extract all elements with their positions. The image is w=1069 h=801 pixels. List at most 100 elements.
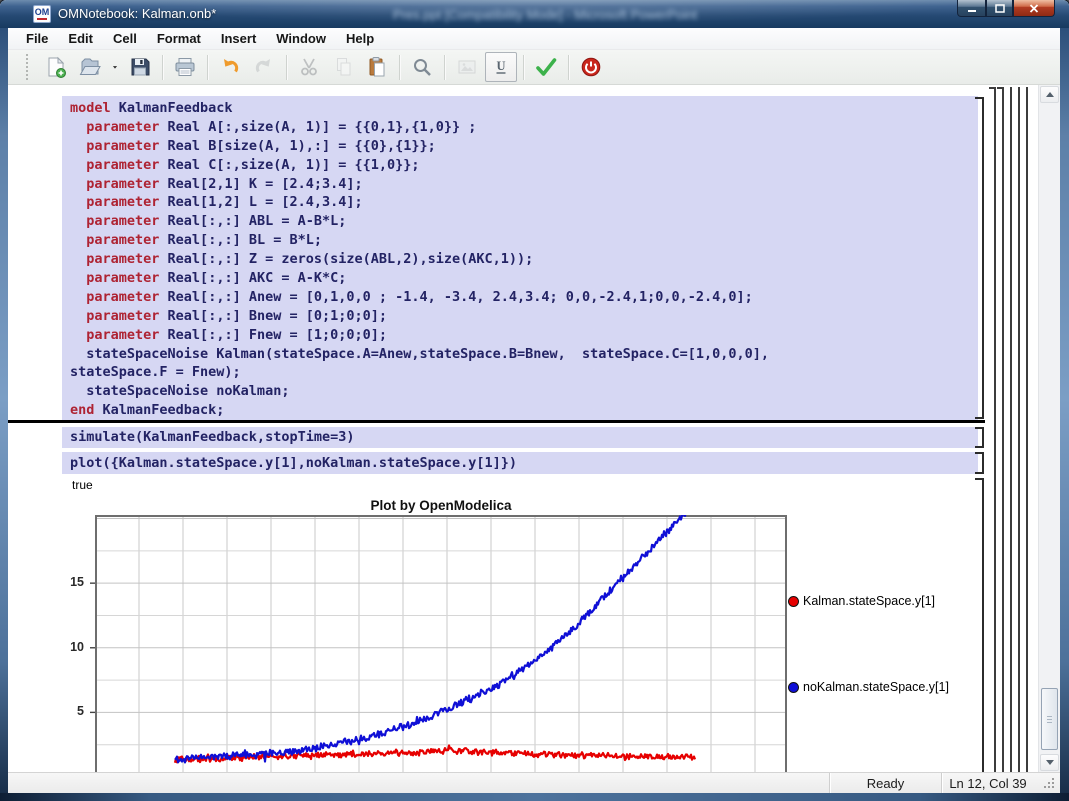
window-border-bottom [0,793,1069,801]
code-line: stateSpaceNoise Kalman(stateSpace.A=Anew… [70,345,978,364]
paste-button[interactable] [361,52,393,82]
group-bracket-line [1026,87,1028,772]
toolbar-separator [207,55,208,80]
window-border-right [1060,28,1069,801]
save-icon [128,55,152,79]
toolbar-grip[interactable] [26,54,29,80]
scrollbar-thumb[interactable] [1041,688,1058,750]
toolbar-separator [568,55,569,80]
app-icon: OM [33,5,51,23]
window-title: OMNotebook: Kalman.onb* [58,6,216,21]
resize-grip[interactable] [1034,773,1060,793]
code-line: parameter Real[:,:] BL = B*L; [70,231,978,250]
code-line: model KalmanFeedback [70,99,978,118]
group-bracket-line [1010,87,1012,772]
stop-button[interactable] [575,52,607,82]
undo-button[interactable] [214,52,246,82]
menu-file[interactable]: File [16,28,58,49]
plot-image [89,515,787,772]
code-line: stateSpaceNoise noKalman; [70,382,978,401]
status-bar: Ready Ln 12, Col 39 [8,772,1060,793]
search-button[interactable] [406,52,438,82]
menu-help[interactable]: Help [336,28,384,49]
copy-button[interactable] [327,52,359,82]
window-border-left [0,28,8,801]
code-line: parameter Real[:,:] Z = zeros(size(ABL,2… [70,250,978,269]
legend-label: Kalman.stateSpace.y[1] [803,594,935,608]
y-tick-label: 10 [58,640,84,654]
toolbar-separator [286,55,287,80]
menu-insert[interactable]: Insert [211,28,266,49]
maximize-button[interactable] [986,0,1013,17]
code-line: parameter Real[:,:] AKC = A-K*C; [70,269,978,288]
open-dropdown-button[interactable] [108,52,122,82]
svg-text:U: U [496,59,505,73]
window-controls [957,0,1055,17]
status-cursor-position: Ln 12, Col 39 [942,776,1034,791]
model-code-cell[interactable]: model KalmanFeedback parameter Real A[:,… [62,96,978,420]
cell-insert-cursor [8,420,985,423]
menu-bar: FileEditCellFormatInsertWindowHelp [8,28,1060,50]
evaluate-icon [534,55,558,79]
group-bracket-line [1002,87,1004,772]
legend-item: noKalman.stateSpace.y[1] [788,680,949,694]
code-line: parameter Real[:,:] ABL = A-B*L; [70,212,978,231]
code-line: parameter Real C[:,size(A, 1)] = {{1,0}}… [70,156,978,175]
cut-button[interactable] [293,52,325,82]
title-bar[interactable]: OM OMNotebook: Kalman.onb* Pres.ppt [Com… [0,0,1069,28]
toolbar-separator [162,55,163,80]
stop-icon [579,55,603,79]
plot-command-cell[interactable]: plot({Kalman.stateSpace.y[1],noKalman.st… [62,452,978,474]
group-bracket-line [1018,87,1020,772]
menu-edit[interactable]: Edit [58,28,103,49]
arrow-up-icon [1046,92,1054,97]
legend-label: noKalman.stateSpace.y[1] [803,680,949,694]
underline-button[interactable]: U [485,52,517,82]
scroll-down-button[interactable] [1040,754,1059,771]
background-window-title: Pres.ppt [Compatibility Mode] - Microsof… [330,7,760,22]
open-folder-button[interactable] [74,52,106,82]
evaluate-button[interactable] [530,52,562,82]
toolbar-separator [523,55,524,80]
scroll-up-button[interactable] [1040,86,1059,103]
print-button[interactable] [169,52,201,82]
image-button[interactable] [451,52,483,82]
legend-dot-icon [788,682,799,693]
image-icon [455,55,479,79]
notebook-content: model KalmanFeedback parameter Real A[:,… [8,85,1060,772]
redo-button[interactable] [248,52,280,82]
open-dropdown-icon [110,55,120,79]
plot-title: Plot by OpenModelica [95,498,787,513]
save-button[interactable] [124,52,156,82]
app-icon-text: OM [34,6,50,18]
new-document-button[interactable] [40,52,72,82]
cut-icon [297,55,321,79]
code-line: parameter Real[1,2] L = [2.4,3.4]; [70,193,978,212]
print-icon [173,55,197,79]
undo-icon [218,55,242,79]
close-button[interactable] [1013,0,1055,17]
minimize-button[interactable] [957,0,986,17]
new-document-icon [44,55,68,79]
code-line: parameter Real A[:,size(A, 1)] = {{0,1},… [70,118,978,137]
app-icon-red-bar [37,18,47,20]
code-line: stateSpace.F = Fnew); [70,363,978,382]
output-cell-bracket[interactable] [975,478,984,772]
menu-format[interactable]: Format [147,28,211,49]
open-folder-icon [78,55,102,79]
model-cell-bracket[interactable] [975,97,984,419]
search-icon [410,55,434,79]
simulate-cell-bracket[interactable] [975,427,984,448]
code-line: parameter Real B[size(A, 1),:] = {{0},{1… [70,137,978,156]
resize-grip-dots [1052,778,1054,780]
code-line: parameter Real[2,1] K = [2.4;3.4]; [70,175,978,194]
vertical-scrollbar[interactable] [1038,85,1060,772]
menu-window[interactable]: Window [266,28,336,49]
output-text: true [72,478,93,492]
menu-cell[interactable]: Cell [103,28,147,49]
simulate-command-cell[interactable]: simulate(KalmanFeedback,stopTime=3) [62,427,978,448]
toolbar-separator [444,55,445,80]
toolbar: U [8,50,1060,85]
toolbar-separator [399,55,400,80]
plot-cell-bracket[interactable] [975,452,984,474]
